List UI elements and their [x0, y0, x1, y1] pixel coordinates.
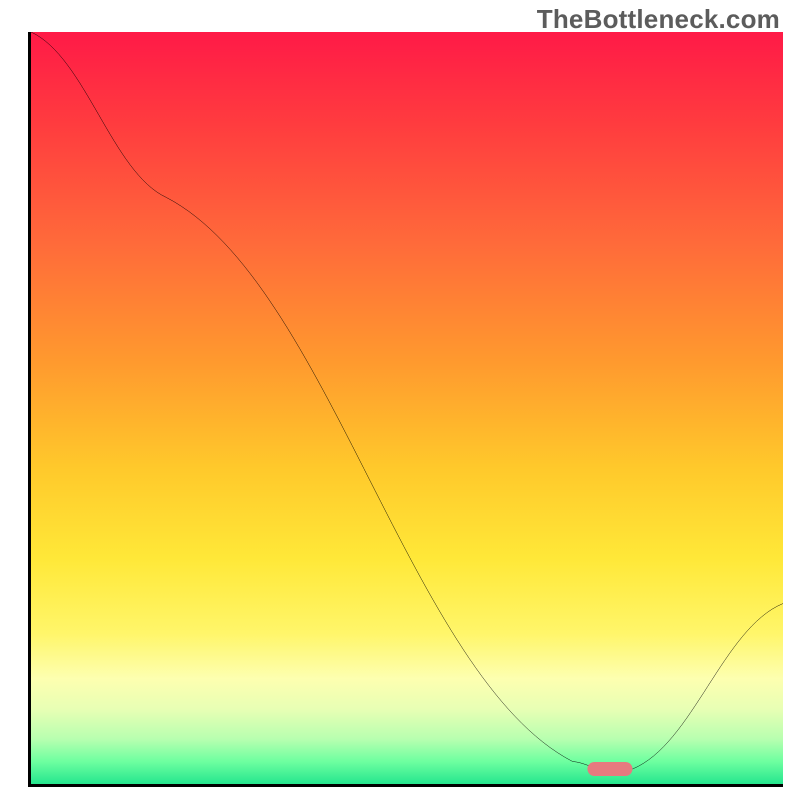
plot-area: [28, 32, 783, 787]
optimum-marker: [587, 762, 632, 776]
curve-svg: [31, 32, 783, 784]
bottleneck-chart: TheBottleneck.com: [0, 0, 800, 800]
watermark-text: TheBottleneck.com: [537, 4, 780, 35]
bottleneck-curve-path: [31, 32, 783, 769]
